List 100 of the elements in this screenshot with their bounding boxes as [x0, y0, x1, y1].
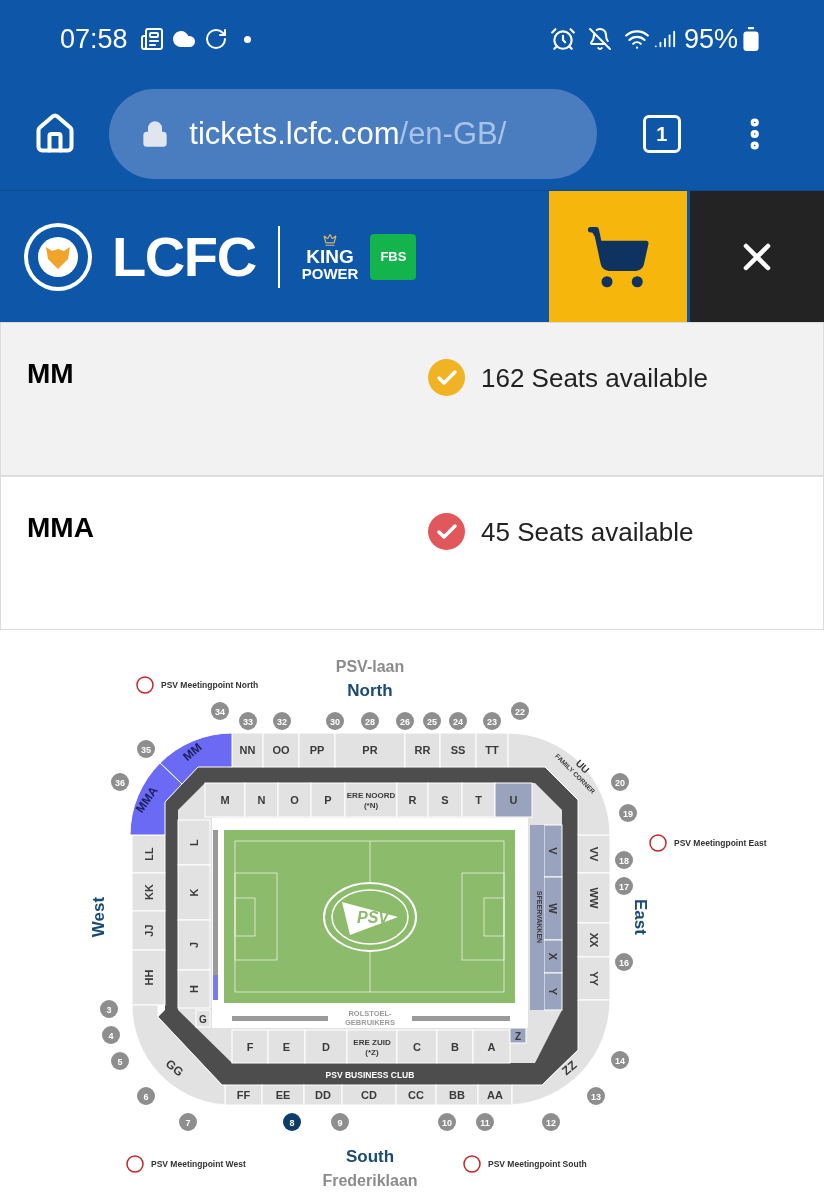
stand-section[interactable]: E [267, 1029, 306, 1064]
availability-text: 45 Seats available [481, 516, 694, 549]
stand-section[interactable]: S [427, 782, 463, 818]
meetingpoint-icon [126, 1155, 144, 1173]
gate-marker: 23 [483, 712, 501, 730]
stand-section[interactable]: XX [577, 922, 611, 958]
stand-section[interactable]: YY [577, 956, 611, 1001]
stand-section[interactable]: V [543, 824, 563, 878]
club-crest-icon [22, 220, 94, 293]
gate-marker: 28 [361, 712, 379, 730]
stand-section[interactable]: PR [334, 732, 406, 768]
stand-section[interactable]: A [472, 1029, 511, 1064]
stand-section[interactable]: CD [341, 1084, 397, 1106]
stand-section[interactable]: J [177, 919, 211, 971]
stand-section[interactable]: KK [131, 872, 166, 912]
status-time: 07:58 [60, 22, 128, 56]
mute-icon [587, 27, 612, 51]
stand-section[interactable]: WW [577, 872, 611, 924]
gate-marker: 9 [331, 1113, 349, 1131]
meetingpoint-label: PSV Meetingpoint West [151, 1159, 246, 1169]
direction-label: East [631, 899, 650, 935]
stand-section[interactable]: OO [262, 732, 300, 768]
stand-section[interactable]: VV [577, 834, 611, 874]
stand-section[interactable]: N [244, 782, 279, 818]
stand-section[interactable]: PP [298, 732, 336, 768]
stand-section[interactable]: D [304, 1029, 348, 1064]
stand-section[interactable]: G [195, 1009, 211, 1028]
stand-section[interactable]: AA [477, 1084, 513, 1106]
brand-logo: LCFC [112, 223, 256, 290]
gate-marker: 10 [438, 1113, 456, 1131]
sponsor-text: KING [306, 246, 354, 266]
stand-section[interactable]: ERE NOORD (*N) [344, 782, 398, 818]
stand-section[interactable]: FF [224, 1084, 263, 1106]
section-row[interactable]: MMA 45 Seats available [0, 476, 824, 630]
stand-section[interactable]: C [396, 1029, 438, 1064]
gate-marker: 14 [611, 1051, 629, 1069]
gate-marker: 20 [611, 773, 629, 791]
stand-section[interactable]: RR [404, 732, 441, 768]
stand-section[interactable]: Y [543, 972, 563, 1011]
stand-section[interactable]: B [436, 1029, 474, 1064]
stand-section[interactable]: HH [131, 949, 166, 1006]
meetingpoint-label: PSV Meetingpoint North [161, 680, 259, 690]
section-row[interactable]: MM 162 Seats available [0, 322, 824, 476]
gate-marker: 7 [179, 1113, 197, 1131]
stand-section[interactable]: ERE ZUID (*Z) [346, 1029, 398, 1064]
availability-text: 162 Seats available [481, 362, 708, 395]
stand-section[interactable]: Z [509, 1027, 527, 1044]
stand-section[interactable]: CC [395, 1084, 437, 1106]
sponsor-text: POWER [301, 265, 359, 281]
stand-section[interactable]: O [277, 782, 312, 818]
sponsor-badge: FBS [370, 233, 417, 280]
gate-marker: 30 [326, 712, 344, 730]
stand-section[interactable]: R [396, 782, 429, 818]
gate-marker: 22 [511, 702, 529, 720]
crown-icon [323, 232, 338, 247]
cart-button[interactable] [549, 191, 687, 322]
gate-marker: 13 [587, 1087, 605, 1105]
meetingpoint-label: PSV Meetingpoint East [674, 838, 767, 848]
stand-section[interactable]: U [494, 782, 533, 818]
stand-section[interactable]: K [177, 864, 211, 921]
stand-section[interactable]: JJ [131, 910, 166, 951]
stand-section[interactable]: L [177, 819, 211, 866]
gate-marker: 24 [449, 712, 467, 730]
meetingpoint-icon [463, 1155, 481, 1173]
address-bar[interactable]: tickets.lcfc.com/en-GB/ [109, 89, 597, 179]
gate-marker: 26 [396, 712, 414, 730]
stand-section[interactable]: SS [439, 732, 477, 768]
sync-icon [203, 27, 228, 51]
stand-section[interactable]: MM [159, 732, 233, 785]
stand-section[interactable]: LL [131, 834, 166, 874]
signal-icon [653, 28, 676, 50]
gate-marker: 19 [619, 804, 637, 822]
stand-section[interactable]: F [231, 1029, 269, 1064]
gate-marker: 3 [100, 1000, 118, 1018]
stand-section[interactable]: T [461, 782, 496, 818]
section-name: MM [26, 357, 75, 391]
gate-marker: 25 [423, 712, 441, 730]
gate-marker: 18 [615, 851, 633, 869]
news-icon [139, 27, 164, 51]
url-text: tickets.lcfc.com/en-GB/ [189, 114, 507, 153]
gate-marker: 34 [211, 702, 229, 720]
tab-count-button[interactable]: 1 [643, 115, 681, 153]
street-label: Frederiklaan [322, 1172, 418, 1189]
stand-section[interactable]: P [310, 782, 346, 818]
stand-section[interactable]: H [177, 969, 211, 1009]
stand-section[interactable]: X [543, 939, 563, 974]
gate-marker: 11 [476, 1113, 494, 1131]
direction-label: North [347, 681, 393, 700]
meetingpoint-icon [136, 676, 154, 694]
gate-marker: 5 [111, 1052, 129, 1070]
stand-section[interactable]: BB [435, 1084, 479, 1106]
gate-marker: 32 [273, 712, 291, 730]
stand-section[interactable]: W [543, 876, 563, 941]
gate-marker: 35 [137, 740, 155, 758]
stand-section[interactable]: M [204, 782, 246, 818]
gate-marker: 6 [137, 1087, 155, 1105]
section-name: MMA [26, 511, 95, 545]
stand-section[interactable]: DD [303, 1084, 343, 1106]
stand-section[interactable]: EE [261, 1084, 305, 1106]
stand-section[interactable]: TT [475, 732, 509, 768]
